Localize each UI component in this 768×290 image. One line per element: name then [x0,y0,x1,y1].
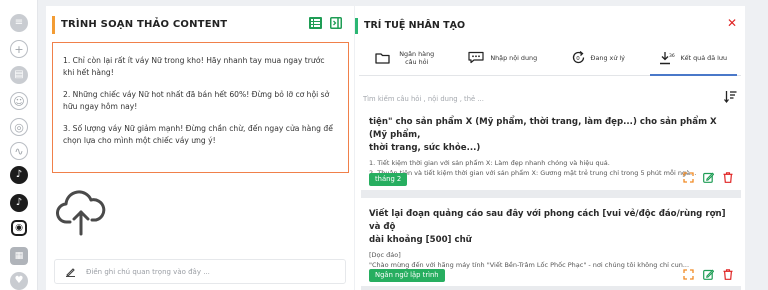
download-icon: 36 [660,51,675,64]
editor-paragraph: 2. Những chiếc váy Nữ hot nhất đã bán hế… [63,90,330,111]
result-card[interactable]: tiện" cho sản phẩm X (Mỹ phẩm, thời tran… [361,114,741,190]
note-field[interactable] [54,259,346,284]
search-input[interactable] [363,95,703,103]
close-icon[interactable]: ✕ [727,16,737,30]
result-title-line: Viết lại đoạn quảng cáo sau đây với phon… [369,209,726,232]
edit-icon[interactable] [703,269,714,280]
tiktok-alt-icon[interactable]: ♪ [10,194,28,212]
tab-processing[interactable]: 0 Đang xử lý [550,40,646,75]
result-body-line: [Dọc đáo] [369,251,401,259]
instagram-icon[interactable]: ◉ [11,220,27,236]
tab-question-bank[interactable]: Ngân hàng câu hỏi [359,40,455,75]
search-bar [363,88,713,110]
svg-text:0: 0 [576,56,580,62]
result-title-line: tiện" cho sản phẩm X (Mỹ phẩm, thời tran… [369,117,717,140]
list-icon[interactable] [309,17,322,29]
upload-cloud-icon[interactable] [56,190,106,236]
saved-results-list[interactable]: tiện" cho sản phẩm X (Mỹ phẩm, thời tran… [361,114,741,290]
result-card[interactable]: Viết lại đoạn quảng cáo sau đây với phon… [361,198,741,286]
note-input[interactable] [86,267,326,276]
result-actions [683,172,733,183]
pen-icon [66,268,75,277]
trash-icon[interactable] [723,172,733,183]
expand-icon[interactable] [683,172,694,183]
editor-paragraph: 3. Số lượng váy Nữ giảm mạnh! Đừng chần … [63,124,333,145]
result-tag[interactable]: tháng 2 [369,173,408,186]
edit-icon[interactable] [703,172,714,183]
result-title-line: dài khoảng [500] chữ [369,235,472,245]
tiktok-icon[interactable]: ♪ [10,166,28,184]
tab-saved-results[interactable]: 36 Kết quả đã lưu [646,40,742,76]
trash-icon[interactable] [723,269,733,280]
folder-icon [375,52,390,64]
ai-panel: TRÍ TUỆ NHÂN TẠO ✕ Ngân hàng câu hỏi Nhậ… [355,6,745,290]
editor-title: TRÌNH SOẠN THẢO CONTENT [52,16,227,34]
result-title: Viết lại đoạn quảng cáo sau đây với phon… [361,198,741,247]
result-tag[interactable]: Ngân ngữ lập trình [369,269,445,282]
content-editor-panel: TRÌNH SOẠN THẢO CONTENT 1. Chỉ còn lại r… [46,6,354,290]
svg-text:36: 36 [669,53,675,59]
shield-icon[interactable]: ♥ [10,272,28,290]
content-editor-textarea[interactable]: 1. Chỉ còn lại rất ít váy Nữ trong kho! … [52,42,349,173]
expand-icon[interactable] [683,269,694,280]
result-title: tiện" cho sản phẩm X (Mỹ phẩm, thời tran… [361,114,741,155]
collapse-panel-icon[interactable] [330,17,342,29]
tab-label: Đang xử lý [590,53,625,62]
tab-label: Ngân hàng câu hỏi [399,49,435,66]
database-icon[interactable]: ≡ [10,14,28,32]
smile-icon[interactable]: ☺ [10,92,28,110]
compass-icon[interactable]: ◎ [10,118,28,136]
calendar-icon[interactable]: ▦ [10,247,28,265]
document-icon[interactable]: ▤ [10,66,28,84]
chat-icon [468,51,484,64]
wave-icon[interactable]: ∿ [10,142,28,160]
refresh-icon: 0 [572,50,584,64]
editor-paragraph: 1. Chỉ còn lại rất ít váy Nữ trong kho! … [63,56,325,77]
ai-tabs: Ngân hàng câu hỏi Nhập nội dung 0 Đang x… [359,40,741,76]
tab-label: Nhập nội dung [490,53,538,62]
sort-icon[interactable] [724,90,737,103]
tab-label: Kết quả đã lưu [680,53,728,62]
plus-circle-icon[interactable]: + [10,40,28,58]
editor-toolbar [309,17,342,29]
ai-panel-title: TRÍ TUỆ NHÂN TẠO [355,18,465,34]
result-title-line: thời trang, sức khỏe...) [369,143,481,153]
sidebar-rail: ≡ + ▤ ☺ ◎ ∿ ♪ ♪ ◉ ▦ ♥ [0,0,38,290]
tab-input-content[interactable]: Nhập nội dung [455,40,551,75]
result-body-line: 1. Tiết kiệm thời gian với sản phẩm X: L… [369,159,610,167]
result-actions [683,269,733,280]
